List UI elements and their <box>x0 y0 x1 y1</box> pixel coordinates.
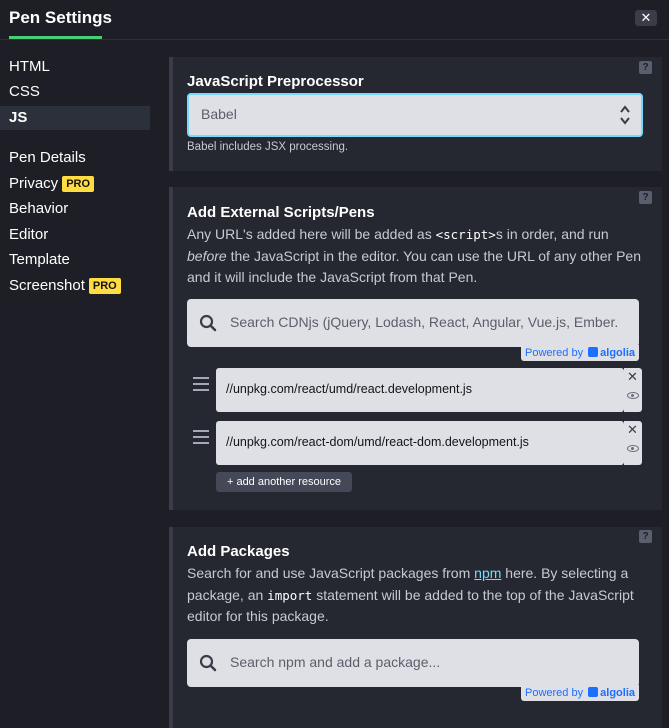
help-icon[interactable]: ? <box>639 191 652 204</box>
resource-input[interactable]: //unpkg.com/react-dom/umd/react-dom.deve… <box>216 421 624 465</box>
nav-item-screenshot[interactable]: Screenshot PRO <box>0 274 150 298</box>
resource-input[interactable]: //unpkg.com/react/umd/react.development.… <box>216 368 624 412</box>
nav-item-js[interactable]: JS <box>0 106 150 130</box>
powered-by-algolia[interactable]: Powered by algolia <box>521 345 639 361</box>
packages-title: Add Packages <box>187 543 290 560</box>
add-resource-button[interactable]: + add another resource <box>216 472 352 492</box>
help-icon[interactable]: ? <box>639 61 652 74</box>
powered-by-algolia[interactable]: Powered by algolia <box>521 685 639 701</box>
remove-resource-button[interactable]: ✕ <box>627 370 638 383</box>
nav-item-css[interactable]: CSS <box>0 80 150 104</box>
external-title: Add External Scripts/Pens <box>187 204 375 221</box>
chevron-updown-icon <box>620 105 630 125</box>
npm-link[interactable]: npm <box>474 565 501 581</box>
external-scripts-panel: ? Add External Scripts/Pens Any URL's ad… <box>169 187 662 510</box>
algolia-icon <box>588 347 599 357</box>
npm-search-placeholder[interactable]: Search npm and add a package... <box>230 654 630 670</box>
preprocessor-panel: ? JavaScript Preprocessor Babel Babel in… <box>169 57 662 171</box>
preprocessor-title: JavaScript Preprocessor <box>187 73 364 90</box>
nav-item-editor[interactable]: Editor <box>0 223 150 247</box>
cdnjs-search-input[interactable]: Search CDNjs (jQuery, Lodash, React, Ang… <box>187 299 639 347</box>
cdnjs-search-placeholder[interactable]: Search CDNjs (jQuery, Lodash, React, Ang… <box>230 314 630 330</box>
npm-search-input[interactable]: Search npm and add a package... <box>187 639 639 687</box>
external-description: Any URL's added here will be added as <s… <box>187 226 642 285</box>
preprocessor-note: Babel includes JSX processing. <box>187 141 349 153</box>
preprocessor-value[interactable]: Babel <box>201 106 237 122</box>
eye-icon[interactable] <box>627 392 639 399</box>
help-icon[interactable]: ? <box>639 530 652 543</box>
drag-handle-icon[interactable] <box>193 430 209 448</box>
preprocessor-select[interactable]: Babel <box>187 93 643 137</box>
packages-description: Search for and use JavaScript packages f… <box>187 565 634 624</box>
pro-badge: PRO <box>88 278 121 294</box>
close-button[interactable]: ✕ <box>635 10 657 26</box>
title-underline <box>9 36 102 39</box>
remove-resource-button[interactable]: ✕ <box>627 423 638 436</box>
resource-actions: ✕ <box>624 368 642 412</box>
resource-actions: ✕ <box>624 421 642 465</box>
algolia-icon <box>588 687 599 697</box>
packages-panel: ? Add Packages Search for and use JavaSc… <box>169 527 662 728</box>
nav-item-privacy[interactable]: Privacy PRO <box>0 172 150 196</box>
page-title: Pen Settings <box>9 8 112 27</box>
search-icon <box>199 314 217 332</box>
resource-url[interactable]: //unpkg.com/react/umd/react.development.… <box>226 382 472 396</box>
resource-url[interactable]: //unpkg.com/react-dom/umd/react-dom.deve… <box>226 435 529 449</box>
nav-item-behavior[interactable]: Behavior <box>0 197 150 221</box>
eye-icon[interactable] <box>627 445 639 452</box>
search-icon <box>199 654 217 672</box>
pro-badge: PRO <box>62 176 95 192</box>
close-icon[interactable]: ✕ <box>641 10 652 25</box>
nav-item-pen-details[interactable]: Pen Details <box>0 146 150 170</box>
nav-item-template[interactable]: Template <box>0 248 150 272</box>
nav-item-html[interactable]: HTML <box>0 55 150 79</box>
settings-header: Pen Settings ✕ <box>0 0 669 40</box>
drag-handle-icon[interactable] <box>193 377 209 395</box>
